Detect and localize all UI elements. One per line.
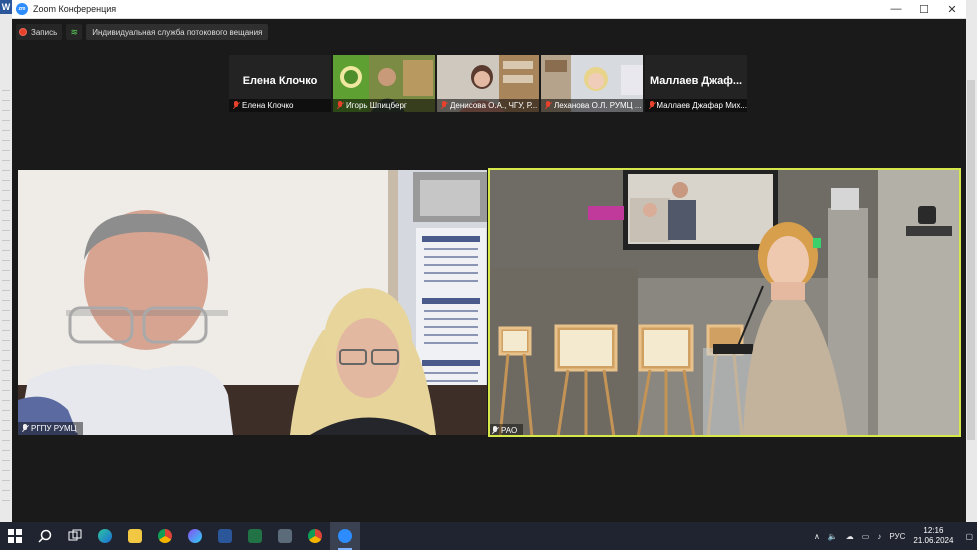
participant-label: Елена Клочко <box>229 99 331 112</box>
zoom-window: zm Zoom Конференция — ☐ ✕ Запись ≋ Индив… <box>12 0 966 522</box>
main-video-tile-active[interactable]: РАО <box>488 168 961 437</box>
participant-name: Елена Клочко <box>242 101 294 110</box>
record-label: Запись <box>31 27 58 37</box>
explorer-icon <box>128 529 142 543</box>
chrome-icon <box>158 529 172 543</box>
clock-time: 12:16 <box>923 526 944 535</box>
windows-logo-icon <box>8 529 22 543</box>
main-video-tile[interactable]: РГПУ РУМЦ <box>18 170 487 435</box>
window-title: Zoom Конференция <box>33 4 117 14</box>
participant-name: РГПУ РУМЦ <box>31 424 77 433</box>
task-view-icon <box>68 529 82 541</box>
system-tray: ∧ 🔈 ☁ ▭ ♪ РУС 12:16 21.06.2024 ▢ <box>810 522 977 550</box>
participant-thumbnail[interactable]: Денисова О.А., ЧГУ, Р... <box>437 55 539 112</box>
mic-icon <box>21 424 29 433</box>
participant-thumbnail[interactable]: Леханова О.Л. РУМЦ ... <box>541 55 643 112</box>
zoom-icon <box>338 529 352 543</box>
start-button[interactable] <box>0 522 30 550</box>
mic-muted-icon <box>648 101 655 110</box>
participant-name: Леханова О.Л. РУМЦ ... <box>554 101 642 110</box>
mic-muted-icon <box>336 101 344 110</box>
participant-thumbnail[interactable]: Елена Клочко Елена Клочко <box>229 55 331 112</box>
participant-name: Игорь Шпицберг <box>346 101 407 110</box>
notifications-icon[interactable]: ▢ <box>965 532 973 541</box>
desktop-right-strip <box>965 0 977 522</box>
search-button[interactable] <box>30 522 60 550</box>
sound-icon[interactable]: ♪ <box>877 532 881 541</box>
background-scrollbar <box>967 80 975 440</box>
live-stream-label[interactable]: Индивидуальная служба потокового вещания <box>86 24 269 40</box>
network-icon[interactable]: ▭ <box>862 532 870 541</box>
taskbar-app-edge[interactable] <box>90 522 120 550</box>
zoom-logo-icon: zm <box>16 3 28 15</box>
edge-icon <box>98 529 112 543</box>
participant-video <box>488 168 961 437</box>
recording-indicator[interactable]: Запись <box>16 24 63 40</box>
taskbar-app-other[interactable] <box>180 522 210 550</box>
taskbar-app-excel[interactable] <box>240 522 270 550</box>
word-doc-icon: W <box>0 0 12 14</box>
title-bar: zm Zoom Конференция — ☐ ✕ <box>12 0 966 19</box>
clock-date: 21.06.2024 <box>913 536 954 545</box>
participant-name: Денисова О.А., ЧГУ, Р... <box>450 101 538 110</box>
participant-video <box>18 170 487 435</box>
search-icon <box>38 529 52 543</box>
participant-thumbnail[interactable]: Маллаев Джаф... Маллаев Джафар Мих... <box>645 55 747 112</box>
mic-muted-icon <box>232 101 240 110</box>
taskbar-app-zoom[interactable] <box>330 522 360 550</box>
participant-label: Леханова О.Л. РУМЦ ... <box>541 99 643 112</box>
maximize-button[interactable]: ☐ <box>910 0 938 19</box>
word-icon <box>218 529 232 543</box>
ruler <box>2 90 10 510</box>
video-label: РАО <box>488 424 524 437</box>
video-label: РГПУ РУМЦ <box>18 422 83 435</box>
participant-name: Маллаев Джафар Мих... <box>656 101 747 110</box>
minimize-button[interactable]: — <box>882 0 910 19</box>
windows-taskbar: ∧ 🔈 ☁ ▭ ♪ РУС 12:16 21.06.2024 ▢ <box>0 522 977 550</box>
participant-label: Маллаев Джафар Мих... <box>645 99 747 112</box>
task-view-button[interactable] <box>60 522 90 550</box>
language-indicator[interactable]: РУС <box>889 532 905 541</box>
meeting-toolbar: Запись ≋ Индивидуальная служба потоковог… <box>16 24 269 40</box>
participant-thumbnail[interactable]: Игорь Шпицберг <box>333 55 435 112</box>
live-stream-icon[interactable]: ≋ <box>66 24 83 40</box>
taskbar-app-chrome[interactable] <box>150 522 180 550</box>
taskbar-app-calculator[interactable] <box>270 522 300 550</box>
volume-icon[interactable]: 🔈 <box>828 532 838 541</box>
close-button[interactable]: ✕ <box>938 0 966 19</box>
desktop-left-strip: W <box>0 0 12 522</box>
tray-chevron-icon[interactable]: ∧ <box>814 532 820 541</box>
taskbar-app-word[interactable] <box>210 522 240 550</box>
participant-label: Денисова О.А., ЧГУ, Р... <box>437 99 539 112</box>
record-icon <box>19 28 27 36</box>
clock[interactable]: 12:16 21.06.2024 <box>913 526 953 546</box>
excel-icon <box>248 529 262 543</box>
participant-label: Игорь Шпицберг <box>333 99 435 112</box>
app-icon <box>188 529 202 543</box>
chrome-icon <box>308 529 322 543</box>
taskbar-app-chrome-2[interactable] <box>300 522 330 550</box>
cloud-icon[interactable]: ☁ <box>846 532 854 541</box>
mic-muted-icon <box>440 101 448 110</box>
participant-name: РАО <box>501 426 518 435</box>
taskbar-app-explorer[interactable] <box>120 522 150 550</box>
mic-icon <box>491 426 499 435</box>
calculator-icon <box>278 529 292 543</box>
participant-display-name: Маллаев Джаф... <box>649 75 743 87</box>
mic-muted-icon <box>544 101 552 110</box>
participant-display-name: Елена Клочко <box>242 75 318 87</box>
